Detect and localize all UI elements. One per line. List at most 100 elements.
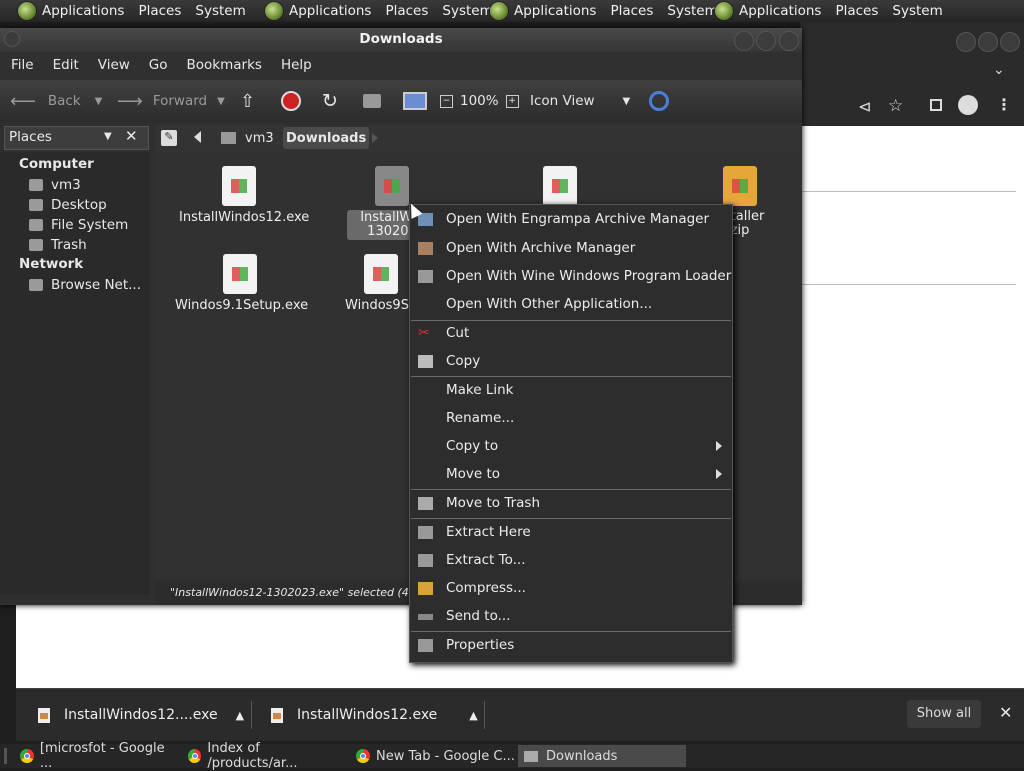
applications-menu[interactable]: Applications (42, 3, 124, 19)
menu-item-cut[interactable]: ✂ Cut (410, 320, 732, 346)
menu-item-compress[interactable]: Compress... (410, 575, 732, 601)
menu-item-move-to[interactable]: Move to (410, 461, 732, 487)
bookmark-star-icon[interactable]: ☆ (888, 96, 903, 116)
applications-menu[interactable]: Applications (739, 3, 821, 19)
menu-edit[interactable]: Edit (53, 57, 79, 73)
places-menu[interactable]: Places (138, 3, 181, 19)
mate-logo-icon[interactable] (715, 2, 733, 20)
zoom-out-icon[interactable]: − (440, 94, 453, 108)
edit-location-icon[interactable]: ✎ (161, 130, 177, 146)
system-menu[interactable]: System (892, 3, 942, 19)
back-button[interactable]: ⟵ Back ▼ (10, 80, 102, 122)
menu-bookmarks[interactable]: Bookmarks (187, 57, 262, 73)
menu-item-rename[interactable]: Rename... (410, 405, 732, 431)
maximize-icon[interactable] (978, 32, 998, 52)
sidebar-item-label: Trash (51, 237, 87, 253)
chevron-down-icon[interactable]: ⌄ (993, 62, 1005, 78)
menu-item-label: Rename... (446, 410, 515, 426)
menu-file[interactable]: File (11, 57, 34, 73)
menu-item-label: Send to... (446, 608, 511, 624)
places-menu[interactable]: Places (385, 3, 428, 19)
download-item[interactable]: InstallWindos12....exe ▲ (38, 689, 244, 741)
mate-logo-icon[interactable] (265, 2, 283, 20)
menu-help[interactable]: Help (281, 57, 312, 73)
menu-view[interactable]: View (98, 57, 130, 73)
menu-item-open-wine[interactable]: Open With Wine Windows Program Loader (410, 263, 732, 289)
sidebar-item-browse-network[interactable]: Browse Net... (29, 276, 141, 294)
menu-item-make-link[interactable]: Make Link (410, 377, 732, 403)
forward-button[interactable]: ⟶ Forward ▼ (117, 80, 225, 122)
menu-item-label: Open With Archive Manager (446, 240, 636, 256)
menu-item-send-to[interactable]: Send to... (410, 603, 732, 629)
system-menu[interactable]: System (667, 3, 717, 19)
file-item[interactable]: Windos9.1Setup.exe (175, 254, 308, 313)
menu-item-label: Extract Here (446, 524, 531, 540)
menu-item-label: Cut (446, 325, 470, 341)
path-left-arrow-icon[interactable] (194, 131, 201, 143)
path-segment-vm3[interactable]: vm3 (221, 127, 274, 149)
sidebar-item-trash[interactable]: Trash (29, 236, 87, 254)
menu-item-move-to-trash[interactable]: Move to Trash (410, 490, 732, 516)
home-button[interactable] (363, 80, 381, 122)
task-label: [microsfot - Google ... (39, 741, 165, 771)
close-icon[interactable] (779, 31, 799, 51)
sidebar-item-desktop[interactable]: Desktop (29, 196, 107, 214)
path-right-arrow-icon[interactable] (372, 133, 378, 143)
share-icon[interactable]: ⊲ (858, 97, 871, 116)
mate-logo-icon[interactable] (490, 2, 508, 20)
task-item-active[interactable]: Downloads (518, 745, 686, 767)
menu-item-open-archive-manager[interactable]: Open With Archive Manager (410, 235, 732, 261)
computer-icon (403, 92, 427, 110)
stop-button[interactable] (281, 80, 301, 122)
show-all-button[interactable]: Show all (907, 700, 981, 728)
sidebar-item-vm3[interactable]: vm3 (29, 176, 81, 194)
system-menu[interactable]: System (195, 3, 245, 19)
more-menu-icon[interactable]: ⋮ (996, 95, 1012, 114)
view-mode-select[interactable]: Icon View ▼ (530, 80, 630, 122)
chevron-up-icon[interactable]: ▲ (236, 709, 244, 722)
task-item[interactable]: New Tab - Google C... (356, 745, 516, 767)
system-menu[interactable]: System (442, 3, 492, 19)
applications-menu[interactable]: Applications (514, 3, 596, 19)
maximize-icon[interactable] (756, 31, 776, 51)
submenu-arrow-icon (716, 441, 722, 451)
file-item[interactable]: InstallWindos12.exe (179, 166, 309, 225)
applications-menu[interactable]: Applications (289, 3, 371, 19)
menu-item-properties[interactable]: Properties (410, 632, 732, 658)
path-segment-label: vm3 (245, 130, 274, 146)
chevron-down-icon[interactable]: ▼ (95, 96, 103, 107)
minimize-icon[interactable] (734, 31, 754, 51)
menu-item-open-other[interactable]: Open With Other Application... (410, 291, 732, 317)
task-item[interactable]: [microsfot - Google ... (20, 741, 180, 771)
menu-go[interactable]: Go (149, 57, 168, 73)
chevron-down-icon[interactable]: ▼ (217, 96, 225, 107)
chrome-icon (356, 749, 370, 763)
menu-item-copy[interactable]: Copy (410, 348, 732, 374)
places-menu[interactable]: Places (835, 3, 878, 19)
sidebar-item-file-system[interactable]: File System (29, 216, 128, 234)
close-icon[interactable]: ✕ (999, 703, 1012, 722)
window-menu-icon[interactable] (4, 31, 20, 47)
reload-icon[interactable]: ↻ (322, 80, 338, 122)
search-button[interactable] (649, 80, 669, 122)
path-segment-downloads[interactable]: Downloads (283, 127, 370, 149)
up-arrow-icon[interactable]: ⇧ (240, 80, 255, 122)
side-panel-icon[interactable] (930, 99, 942, 111)
task-item[interactable]: Index of /products/ar... (188, 741, 348, 771)
chevron-up-icon[interactable]: ▲ (469, 709, 477, 722)
menu-item-extract-here[interactable]: Extract Here (410, 519, 732, 545)
profile-avatar-icon[interactable] (958, 95, 978, 115)
computer-button[interactable] (403, 80, 427, 122)
menu-item-label: Extract To... (446, 552, 526, 568)
close-icon[interactable] (1000, 32, 1020, 52)
menu-item-extract-to[interactable]: Extract To... (410, 547, 732, 573)
places-menu[interactable]: Places (610, 3, 653, 19)
compress-icon (418, 581, 433, 595)
minimize-icon[interactable] (956, 32, 976, 52)
download-item[interactable]: InstallWindos12.exe ▲ (271, 689, 478, 741)
close-sidebar-icon[interactable]: ✕ (125, 127, 138, 145)
zoom-in-icon[interactable]: + (505, 94, 519, 108)
menu-item-copy-to[interactable]: Copy to (410, 433, 732, 459)
menu-item-open-engrampa[interactable]: Open With Engrampa Archive Manager (410, 206, 732, 232)
mate-logo-icon[interactable] (18, 2, 36, 20)
